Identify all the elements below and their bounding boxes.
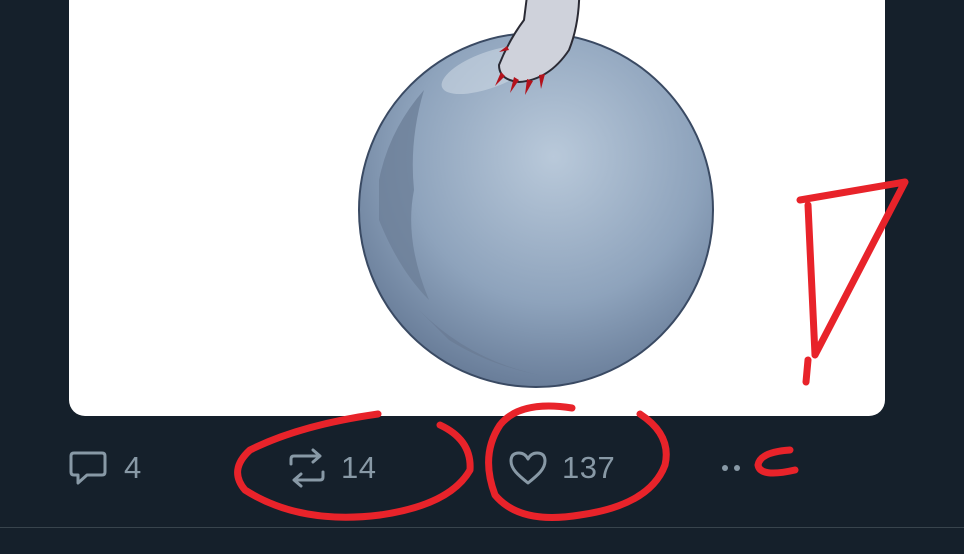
tweet-media-image[interactable]	[69, 0, 885, 416]
ellipsis-dot	[734, 465, 740, 471]
retweet-button[interactable]: 14	[287, 436, 376, 500]
reply-button[interactable]: 4	[68, 436, 142, 500]
tweet-action-bar: 4 14 137	[0, 436, 964, 500]
retweet-arrows-icon	[289, 448, 325, 488]
retweet-count: 14	[341, 450, 377, 485]
tweet-divider	[0, 527, 964, 528]
ellipsis-icon	[722, 465, 728, 471]
more-options-button[interactable]	[722, 436, 746, 500]
illustration-sphere-with-paw	[358, 0, 714, 388]
speech-bubble-icon	[69, 451, 107, 485]
reply-count: 4	[124, 450, 142, 485]
like-button[interactable]: 137	[508, 436, 615, 500]
heart-icon	[509, 451, 547, 485]
like-count: 137	[562, 450, 616, 485]
